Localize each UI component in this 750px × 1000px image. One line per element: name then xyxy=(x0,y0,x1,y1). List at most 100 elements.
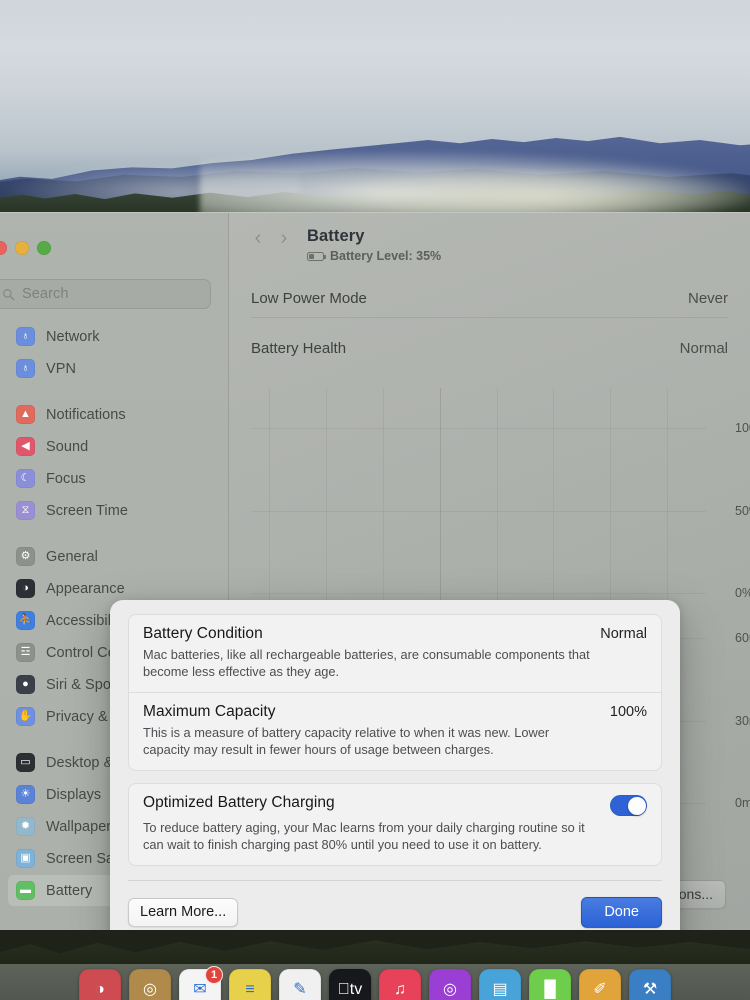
contacts-icon: ▤ xyxy=(479,969,521,1000)
chart-y-tick-label: 0m xyxy=(735,796,750,810)
vpn-globe-icon: ♁ xyxy=(16,359,35,378)
back-button[interactable]: ‹ xyxy=(245,223,271,253)
sidebar-item-general[interactable]: ⚙ General xyxy=(8,541,221,572)
music-icon: ♫ xyxy=(379,969,421,1000)
close-button[interactable] xyxy=(0,241,7,255)
search-icon xyxy=(2,288,15,300)
sidebar-group-separator xyxy=(0,385,229,399)
dock-item-podcasts[interactable]: ◎ xyxy=(129,969,171,1000)
sidebar-item-label: Battery xyxy=(46,882,93,899)
siri-icon: ● xyxy=(16,675,35,694)
chart-gridline-horizontal xyxy=(251,593,706,594)
sidebar-item-vpn[interactable]: ♁ VPN xyxy=(8,353,221,384)
row-label: Low Power Mode xyxy=(251,289,367,307)
accessibility-icon: ⛹ xyxy=(16,611,35,630)
battery-icon xyxy=(307,251,326,261)
maximum-capacity-title: Maximum Capacity xyxy=(143,703,276,721)
dock-item-freeform[interactable]: ✎ xyxy=(279,969,321,1000)
learn-more-button[interactable]: Learn More... xyxy=(128,898,239,928)
sidebar-item-sound[interactable]: ◀ Sound xyxy=(8,431,221,462)
hand-icon: ✋ xyxy=(16,707,35,726)
sidebar-item-label: Notifications xyxy=(46,406,126,423)
toggle-knob xyxy=(627,796,646,815)
battery-condition-description: Mac batteries, like all rechargeable bat… xyxy=(143,647,590,680)
wallpaper-icon: ✹ xyxy=(16,817,35,836)
optimized-charging-section: Optimized Battery Charging To reduce bat… xyxy=(129,784,661,865)
sidebar-item-label: Network xyxy=(46,328,100,345)
screensaver-icon: ▣ xyxy=(16,849,35,868)
globe-icon: ♁ xyxy=(16,327,35,346)
dock-item-xcode[interactable]: ⚒ xyxy=(629,969,671,1000)
optimized-charging-card: Optimized Battery Charging To reduce bat… xyxy=(128,783,662,867)
battery-condition-section: Battery Condition Normal Mac batteries, … xyxy=(129,615,661,692)
battery-level-line: Battery Level: 35% xyxy=(307,249,441,263)
dock-item-notes[interactable]: ≡ xyxy=(229,969,271,1000)
row-low-power-mode[interactable]: Low Power Mode Never xyxy=(251,281,728,315)
battery-level-text: Battery Level: 35% xyxy=(330,249,442,263)
sidebar-item-screen-time[interactable]: ⧖ Screen Time xyxy=(8,495,221,526)
maximum-capacity-value: 100% xyxy=(609,704,647,721)
sliders-icon: ☲ xyxy=(16,643,35,662)
forward-button[interactable]: › xyxy=(271,223,297,253)
row-battery-health[interactable]: Battery Health Normal xyxy=(251,331,728,365)
chart-y-tick-label: 0% xyxy=(735,586,750,600)
desktop-dock-icon: ▭ xyxy=(16,753,35,772)
done-button[interactable]: Done xyxy=(581,897,662,929)
sidebar-item-label: Appearance xyxy=(46,580,125,597)
sidebar-item-label: Wallpaper xyxy=(46,818,112,835)
navigation-row: ‹ › Battery Battery Level: 35% xyxy=(245,223,442,264)
optimized-charging-toggle[interactable] xyxy=(610,795,647,817)
page-title: Battery xyxy=(307,227,365,245)
xcode-icon: ⚒ xyxy=(629,969,671,1000)
row-value: Never xyxy=(687,289,728,307)
dialog-body: Battery Condition Normal Mac batteries, … xyxy=(110,600,680,882)
dock-item-mail[interactable]: ✉ 1 xyxy=(179,966,223,1000)
dock-item-podcast-purple[interactable]: ◎ xyxy=(429,969,471,1000)
sidebar-item-label: VPN xyxy=(46,360,76,377)
dock-item-finder[interactable]: ◑ xyxy=(79,969,121,1000)
chart-gridline-horizontal xyxy=(251,428,706,429)
moon-icon: ☾ xyxy=(16,469,35,488)
sidebar-group-separator xyxy=(0,527,229,541)
sidebar-item-network[interactable]: ♁ Network xyxy=(8,321,221,352)
chart-y-tick-label: 30m xyxy=(735,713,750,728)
battery-condition-value: Normal xyxy=(600,626,647,642)
maximum-capacity-section: Maximum Capacity 100% This is a measure … xyxy=(129,692,661,770)
minimize-button[interactable] xyxy=(15,241,29,255)
row-label: Battery Health xyxy=(251,339,347,357)
sidebar-item-notifications[interactable]: ▲ Notifications xyxy=(8,399,221,430)
sidebar-item-label: Sound xyxy=(46,438,89,455)
dock-item-apple-tv[interactable]: tv xyxy=(329,969,371,1000)
window-traffic-lights xyxy=(0,241,51,255)
optimized-charging-description: To reduce battery aging, your Mac learns… xyxy=(143,820,585,853)
hourglass-icon: ⧖ xyxy=(16,501,35,520)
sidebar-item-label: Focus xyxy=(46,470,86,487)
maximum-capacity-description: This is a measure of battery capacity re… xyxy=(143,725,550,758)
podcast-purple-icon: ◎ xyxy=(429,969,471,1000)
finder-icon: ◑ xyxy=(79,969,121,1000)
dock-item-numbers[interactable]: █ xyxy=(529,969,571,1000)
dialog-footer: Learn More... Done xyxy=(110,881,680,929)
sidebar-item-focus[interactable]: ☾ Focus xyxy=(8,463,221,494)
battery-info-card: Battery Condition Normal Mac batteries, … xyxy=(128,614,662,772)
freeform-icon: ✎ xyxy=(279,969,321,1000)
zoom-button[interactable] xyxy=(37,241,51,255)
sidebar-item-label: Displays xyxy=(46,786,102,803)
battery-icon: ▬ xyxy=(16,881,35,900)
brightness-icon: ☀ xyxy=(16,785,35,804)
dock-item-contacts[interactable]: ▤ xyxy=(479,969,521,1000)
chart-y-tick-label: 100% xyxy=(735,421,750,435)
dock-item-music[interactable]: ♫ xyxy=(379,969,421,1000)
battery-condition-title: Battery Condition xyxy=(143,625,263,642)
dock-item-pages[interactable]: ✐ xyxy=(579,969,621,1000)
dock-badge: 1 xyxy=(205,966,223,984)
numbers-icon: █ xyxy=(529,969,571,1000)
row-value: Normal xyxy=(679,339,728,357)
chart-gridline-horizontal xyxy=(251,510,706,512)
apple-tv-icon: tv xyxy=(329,969,371,1000)
search-input[interactable]: Search xyxy=(0,279,211,309)
page-heading: Battery Battery Level: 35% xyxy=(307,227,441,263)
sidebar-item-label: Screen Time xyxy=(46,502,128,519)
speaker-icon: ◀ xyxy=(16,437,35,456)
battery-health-dialog: Battery Condition Normal Mac batteries, … xyxy=(110,600,680,930)
